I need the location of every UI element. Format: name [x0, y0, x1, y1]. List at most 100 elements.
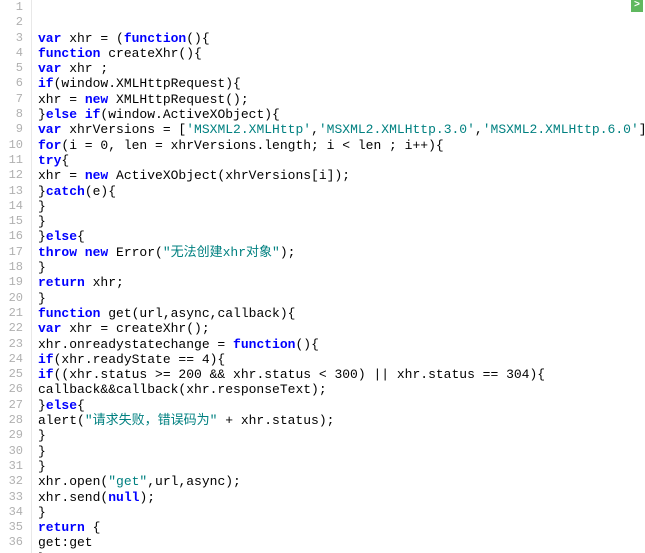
line-number: 14 — [0, 199, 29, 214]
line-number: 21 — [0, 306, 29, 321]
token-id: xhr ; — [61, 61, 108, 76]
line-number: 6 — [0, 76, 29, 91]
line-number: 22 — [0, 321, 29, 336]
token-kw: if — [38, 352, 54, 367]
line-number: 19 — [0, 275, 29, 290]
code-line[interactable]: }catch(e){ — [38, 184, 645, 199]
line-number: 3 — [0, 31, 29, 46]
token-kw: return — [38, 275, 85, 290]
code-line[interactable]: if(window.XMLHttpRequest){ — [38, 76, 645, 91]
token-id: xhr = — [38, 92, 85, 107]
code-line[interactable]: } — [38, 459, 645, 474]
token-kw: else — [46, 398, 77, 413]
token-id: + xhr.status); — [217, 413, 334, 428]
code-line[interactable]: get:get — [38, 535, 645, 550]
token-id: get:get — [38, 535, 93, 550]
token-id: } — [38, 459, 46, 474]
token-id: xhr; — [85, 275, 124, 290]
code-line[interactable]: xhr.onreadystatechange = function(){ — [38, 337, 645, 352]
code-line[interactable]: } — [38, 214, 645, 229]
token-id: Error( — [108, 245, 163, 260]
token-kw: function — [38, 306, 100, 321]
token-kw: new — [85, 92, 108, 107]
code-line[interactable]: return { — [38, 520, 645, 535]
token-id: } — [38, 199, 46, 214]
code-line[interactable]: xhr.send(null); — [38, 490, 645, 505]
line-number: 12 — [0, 168, 29, 183]
line-number: 8 — [0, 107, 29, 122]
token-kw: function — [124, 31, 186, 46]
code-line[interactable]: return xhr; — [38, 275, 645, 290]
code-line[interactable]: if(xhr.readyState == 4){ — [38, 352, 645, 367]
code-line[interactable]: }else{ — [38, 398, 645, 413]
code-line[interactable]: xhr = new ActiveXObject(xhrVersions[i]); — [38, 168, 645, 183]
line-number: 18 — [0, 260, 29, 275]
token-str: "无法创建xhr对象" — [163, 245, 280, 260]
code-line[interactable]: for(i = 0, len = xhrVersions.length; i <… — [38, 138, 645, 153]
token-id: ,url,async); — [147, 474, 241, 489]
code-line[interactable]: if((xhr.status >= 200 && xhr.status < 30… — [38, 367, 645, 382]
code-line[interactable]: } — [38, 428, 645, 443]
line-number: 11 — [0, 153, 29, 168]
line-number: 13 — [0, 184, 29, 199]
token-kw: else — [46, 229, 77, 244]
code-line[interactable]: } — [38, 291, 645, 306]
line-number: 5 — [0, 61, 29, 76]
code-line[interactable]: } — [38, 199, 645, 214]
token-kw: if — [38, 367, 54, 382]
token-id: (){ — [295, 337, 318, 352]
code-line[interactable]: var xhr = (function(){ — [38, 31, 645, 46]
token-id: { — [61, 153, 69, 168]
line-number: 20 — [0, 291, 29, 306]
token-id: ], — [639, 122, 645, 137]
line-number: 30 — [0, 444, 29, 459]
line-number: 26 — [0, 382, 29, 397]
code-line[interactable]: function get(url,async,callback){ — [38, 306, 645, 321]
token-kw: new — [85, 168, 108, 183]
line-number: 7 — [0, 92, 29, 107]
code-line[interactable]: try{ — [38, 153, 645, 168]
line-number: 17 — [0, 245, 29, 260]
code-line[interactable]: xhr.open("get",url,async); — [38, 474, 645, 489]
code-line[interactable]: callback&&callback(xhr.responseText); — [38, 382, 645, 397]
code-line[interactable]: } — [38, 260, 645, 275]
token-id: (window.ActiveXObject){ — [100, 107, 279, 122]
code-line[interactable]: }else{ — [38, 229, 645, 244]
run-marker-icon[interactable]: > — [631, 0, 643, 12]
code-line[interactable]: xhr = new XMLHttpRequest(); — [38, 92, 645, 107]
code-line[interactable]: alert("请求失败，错误码为" + xhr.status); — [38, 413, 645, 428]
token-id: xhr.onreadystatechange = — [38, 337, 233, 352]
token-str: 'MSXML2.XMLHttp' — [186, 122, 311, 137]
line-number: 1 — [0, 0, 29, 15]
token-kw: throw new — [38, 245, 108, 260]
token-id: } — [38, 398, 46, 413]
token-kw: else if — [46, 107, 101, 122]
code-line[interactable]: function createXhr(){ — [38, 46, 645, 61]
code-line[interactable]: var xhr ; — [38, 61, 645, 76]
code-editor[interactable]: > var xhr = (function(){function createX… — [32, 0, 645, 553]
line-number: 29 — [0, 428, 29, 443]
line-number: 15 — [0, 214, 29, 229]
line-number: 36 — [0, 535, 29, 550]
token-id: XMLHttpRequest(); — [108, 92, 248, 107]
token-kw: null — [108, 490, 139, 505]
code-line[interactable]: }else if(window.ActiveXObject){ — [38, 107, 645, 122]
line-number: 4 — [0, 46, 29, 61]
line-number: 31 — [0, 459, 29, 474]
token-id: xhr.open( — [38, 474, 108, 489]
line-number: 33 — [0, 490, 29, 505]
line-number: 34 — [0, 505, 29, 520]
token-id: ); — [280, 245, 296, 260]
code-line[interactable]: var xhr = createXhr(); — [38, 321, 645, 336]
token-id: } — [38, 444, 46, 459]
code-line[interactable]: } — [38, 444, 645, 459]
line-number: 27 — [0, 398, 29, 413]
line-number: 24 — [0, 352, 29, 367]
line-number-gutter: 1234567891011121314151617181920212223242… — [0, 0, 32, 553]
line-number: 16 — [0, 229, 29, 244]
code-line[interactable]: var xhrVersions = ['MSXML2.XMLHttp','MSX… — [38, 122, 645, 137]
code-line[interactable]: throw new Error("无法创建xhr对象"); — [38, 245, 645, 260]
token-id: xhr.send( — [38, 490, 108, 505]
code-line[interactable]: } — [38, 505, 645, 520]
token-kw: function — [38, 46, 100, 61]
